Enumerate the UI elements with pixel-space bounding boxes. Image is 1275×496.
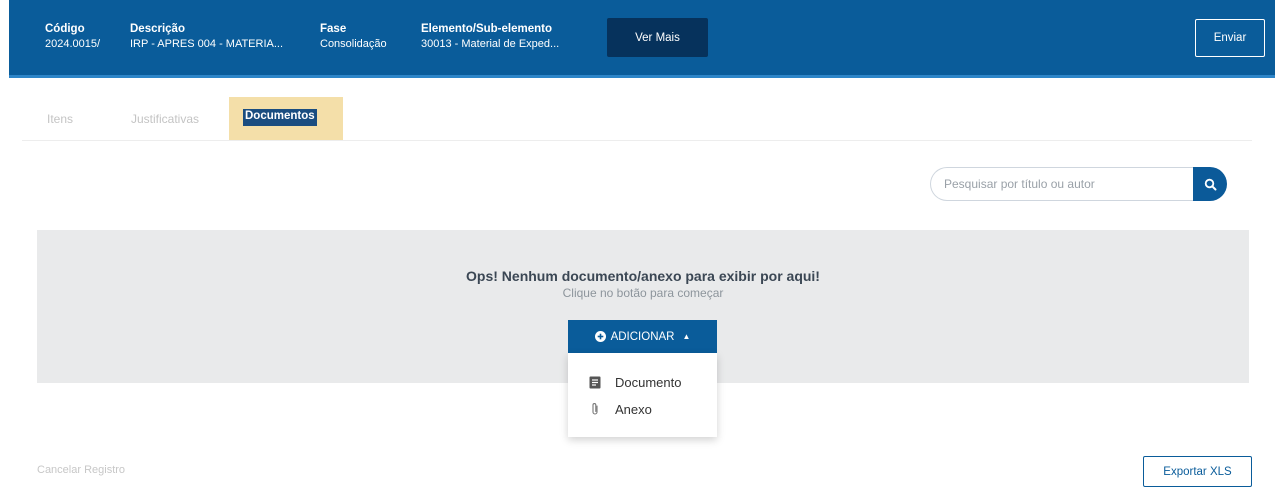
fase-label: Fase: [320, 23, 347, 35]
menu-item-anexo[interactable]: Anexo: [568, 396, 717, 422]
adicionar-dropdown-menu: Documento Anexo: [568, 353, 717, 437]
search-input[interactable]: [931, 168, 1196, 200]
descricao-value: IRP - APRES 004 - MATERIA...: [130, 38, 284, 50]
exportar-xls-button[interactable]: Exportar XLS: [1143, 456, 1252, 487]
codigo-label: Código: [45, 23, 85, 35]
tabs-divider: [22, 140, 1252, 141]
adicionar-button[interactable]: ADICIONAR ▲: [568, 320, 717, 353]
header-field-fase: Fase Consolidação: [320, 22, 387, 52]
search-button[interactable]: [1193, 167, 1227, 201]
header-field-elemento: Elemento/Sub-elemento 30013 - Material d…: [421, 22, 559, 52]
cancelar-registro-link[interactable]: Cancelar Registro: [37, 464, 125, 476]
top-header: Código 2024.0015/ Descrição IRP - APRES …: [9, 0, 1275, 78]
header-field-codigo: Código 2024.0015/: [45, 22, 100, 52]
search-box: [930, 167, 1196, 201]
descricao-label: Descrição: [130, 23, 185, 35]
tab-justificativas[interactable]: Justificativas: [131, 112, 199, 126]
menu-item-documento-label: Documento: [615, 374, 682, 390]
menu-item-documento[interactable]: Documento: [568, 369, 717, 395]
plus-circle-icon: [594, 331, 606, 342]
search-icon: [1204, 178, 1216, 190]
elemento-value: 30013 - Material de Exped...: [421, 38, 560, 50]
tab-itens[interactable]: Itens: [47, 112, 73, 126]
ver-mais-button[interactable]: Ver Mais: [607, 18, 708, 57]
fase-value: Consolidação: [320, 38, 387, 50]
enviar-button[interactable]: Enviar: [1195, 19, 1265, 57]
header-field-descricao: Descrição IRP - APRES 004 - MATERIA...: [130, 22, 283, 52]
document-icon: [588, 375, 602, 389]
codigo-value: 2024.0015/: [45, 38, 101, 50]
elemento-label: Elemento/Sub-elemento: [421, 23, 552, 35]
paperclip-icon: [588, 402, 602, 416]
adicionar-label: ADICIONAR: [610, 330, 675, 343]
caret-up-icon: ▲: [682, 332, 691, 341]
tab-documentos[interactable]: Documentos: [243, 109, 317, 126]
empty-state-subtitle: Clique no botão para começar: [562, 286, 724, 300]
menu-item-anexo-label: Anexo: [615, 401, 652, 417]
empty-state-title: Ops! Nenhum documento/anexo para exibir …: [466, 268, 820, 284]
